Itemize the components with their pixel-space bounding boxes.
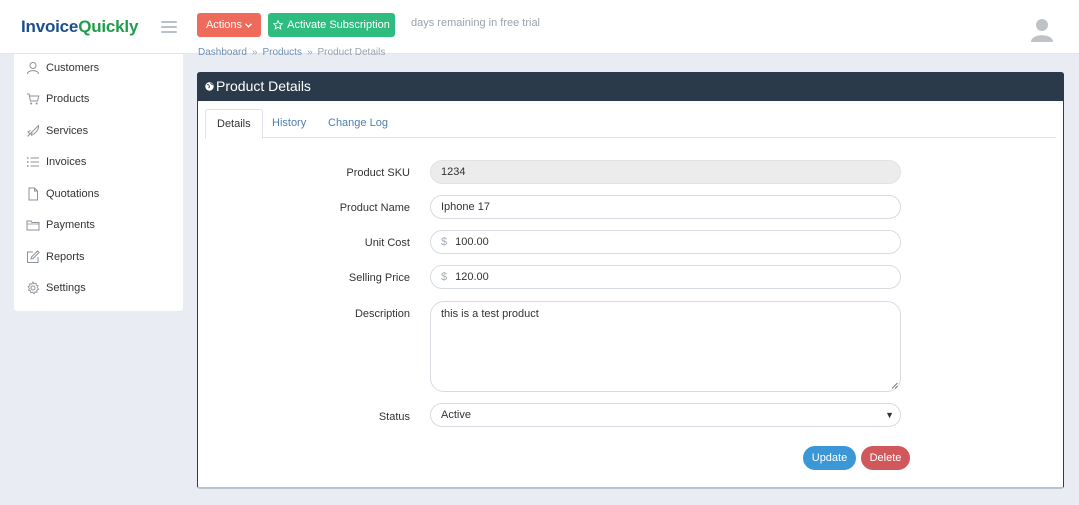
menu-toggle-icon[interactable] xyxy=(161,21,177,33)
selling-price-value: 120.00 xyxy=(455,271,489,283)
unit-cost-value: 100.00 xyxy=(455,236,489,248)
trial-status-text: days remaining in free trial xyxy=(411,17,541,29)
sidebar-item-label: Payments xyxy=(46,219,95,231)
delete-button[interactable]: Delete xyxy=(861,446,910,470)
gear-icon xyxy=(27,281,40,295)
sidebar-item-label: Settings xyxy=(46,282,86,294)
sidebar-item-label: Invoices xyxy=(46,156,87,168)
sidebar-item-label: Reports xyxy=(46,251,85,263)
logo-text-invoice: Invoice xyxy=(21,17,79,36)
description-label: Description xyxy=(354,308,410,320)
unit-cost-input[interactable]: $ 100.00 xyxy=(430,230,901,254)
breadcrumb: Dashboard» Products» Product Details xyxy=(198,47,386,58)
sidebar-item-invoices[interactable]: Invoices xyxy=(14,150,183,174)
tab-bar: Details History Change Log xyxy=(205,109,1056,139)
status-label: Status xyxy=(378,411,410,423)
sidebar-item-label: Services xyxy=(46,125,89,137)
product-sku-label: Product SKU xyxy=(346,167,410,179)
sidebar: Customers Products Services Invoices Quo… xyxy=(14,54,183,311)
tab-details[interactable]: Details xyxy=(205,109,263,139)
sidebar-item-payments[interactable]: Payments xyxy=(14,213,183,237)
product-name-input[interactable]: Iphone 17 xyxy=(430,195,901,219)
update-button[interactable]: Update xyxy=(803,446,856,470)
dropdown-caret-icon: ▼ xyxy=(885,410,894,420)
star-icon xyxy=(273,20,284,30)
unit-cost-label: Unit Cost xyxy=(364,237,410,249)
description-textarea[interactable]: this is a test product xyxy=(430,301,901,392)
sidebar-item-quotations[interactable]: Quotations xyxy=(14,182,183,206)
logo-text-quickly: Quickly xyxy=(78,17,139,36)
panel-header: Product Details xyxy=(197,72,1064,101)
user-avatar-icon[interactable] xyxy=(1031,18,1053,42)
product-sku-value: 1234 xyxy=(441,166,466,178)
product-name-label: Product Name xyxy=(339,202,410,214)
breadcrumb-products[interactable]: Products xyxy=(262,47,301,58)
sidebar-item-label: Customers xyxy=(46,62,100,74)
breadcrumb-current: Product Details xyxy=(317,47,386,58)
product-sku-field: 1234 xyxy=(430,160,901,184)
resize-handle-icon[interactable] xyxy=(891,382,898,389)
top-header: InvoiceQuickly Actions Activate Subscrip… xyxy=(0,0,1079,54)
status-select[interactable]: Active ▼ xyxy=(430,403,901,427)
sidebar-item-products[interactable]: Products xyxy=(14,87,183,111)
actions-button-label: Actions xyxy=(205,19,243,31)
activate-subscription-label: Activate Subscription xyxy=(287,19,390,31)
chevron-down-icon xyxy=(245,22,252,28)
activate-subscription-button[interactable]: Activate Subscription xyxy=(268,13,395,37)
sidebar-item-settings[interactable]: Settings xyxy=(14,276,183,300)
product-details-panel: Product Details Details History Change L… xyxy=(197,72,1064,489)
sidebar-item-reports[interactable]: Reports xyxy=(14,245,183,269)
sidebar-item-customers[interactable]: Customers xyxy=(14,56,183,80)
app-logo[interactable]: InvoiceQuickly xyxy=(21,17,138,37)
panel-title: Product Details xyxy=(216,78,311,94)
sidebar-item-label: Quotations xyxy=(46,188,100,200)
globe-icon xyxy=(205,82,214,91)
sidebar-item-services[interactable]: Services xyxy=(14,119,183,143)
user-icon xyxy=(27,62,39,75)
selling-price-label: Selling Price xyxy=(348,272,410,284)
product-name-value: Iphone 17 xyxy=(441,201,490,213)
rocket-icon xyxy=(27,124,40,137)
cart-icon xyxy=(27,93,40,105)
breadcrumb-dashboard[interactable]: Dashboard xyxy=(198,47,247,58)
currency-symbol: $ xyxy=(441,236,448,248)
status-value: Active xyxy=(441,409,471,421)
tab-change-log[interactable]: Change Log xyxy=(317,109,399,138)
tab-history[interactable]: History xyxy=(261,109,317,138)
list-icon xyxy=(26,157,39,167)
document-icon xyxy=(28,187,38,201)
folder-icon xyxy=(26,220,40,231)
edit-icon xyxy=(27,250,40,263)
currency-symbol: $ xyxy=(441,271,448,283)
description-value: this is a test product xyxy=(441,308,539,320)
selling-price-input[interactable]: $ 120.00 xyxy=(430,265,901,289)
sidebar-item-label: Products xyxy=(46,93,90,105)
actions-button[interactable]: Actions xyxy=(197,13,261,37)
